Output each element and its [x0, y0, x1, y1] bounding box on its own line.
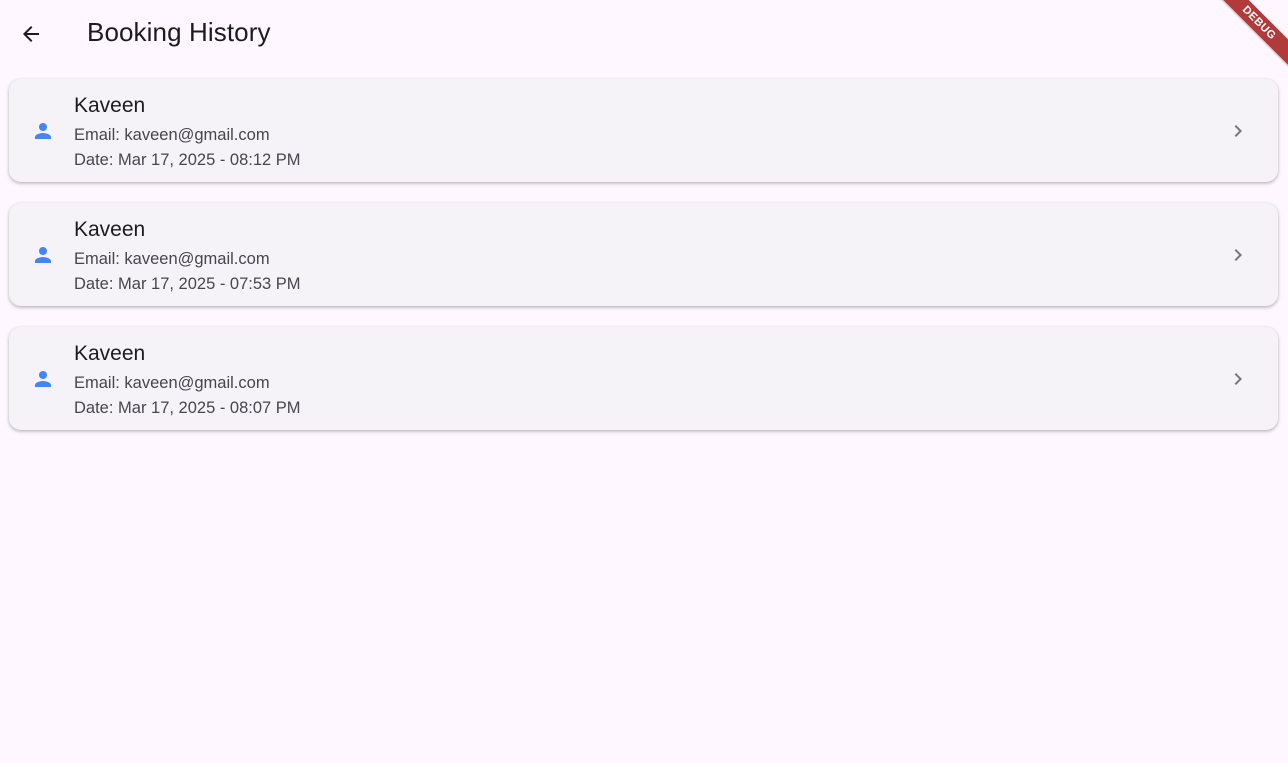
booking-email: Email: kaveen@gmail.com — [74, 374, 270, 392]
booking-email: Email: kaveen@gmail.com — [74, 126, 270, 144]
booking-name: Kaveen — [74, 342, 146, 365]
booking-card[interactable]: Kaveen Email: kaveen@gmail.com Date: Mar… — [9, 203, 1278, 306]
chevron-right-icon — [1234, 124, 1242, 137]
booking-history-screen: Booking History DEBUG Kaveen Email: kave… — [0, 0, 1288, 763]
booking-name: Kaveen — [74, 94, 146, 117]
arrow-back-icon — [23, 26, 39, 42]
booking-card[interactable]: Kaveen Email: kaveen@gmail.com Date: Mar… — [9, 327, 1278, 430]
page-title: Booking History — [87, 17, 271, 47]
chevron-right-icon — [1234, 372, 1242, 385]
back-button[interactable] — [10, 13, 52, 55]
person-icon — [35, 246, 51, 263]
booking-email: Email: kaveen@gmail.com — [74, 250, 270, 268]
person-icon — [35, 370, 51, 387]
booking-date: Date: Mar 17, 2025 - 08:07 PM — [74, 399, 301, 417]
booking-date: Date: Mar 17, 2025 - 08:12 PM — [74, 151, 301, 169]
booking-list: Kaveen Email: kaveen@gmail.com Date: Mar… — [9, 79, 1278, 451]
booking-name: Kaveen — [74, 218, 146, 241]
app-bar: Booking History — [0, 0, 1288, 66]
booking-date: Date: Mar 17, 2025 - 07:53 PM — [74, 275, 301, 293]
person-icon — [35, 122, 51, 139]
booking-card[interactable]: Kaveen Email: kaveen@gmail.com Date: Mar… — [9, 79, 1278, 182]
chevron-right-icon — [1234, 248, 1242, 261]
